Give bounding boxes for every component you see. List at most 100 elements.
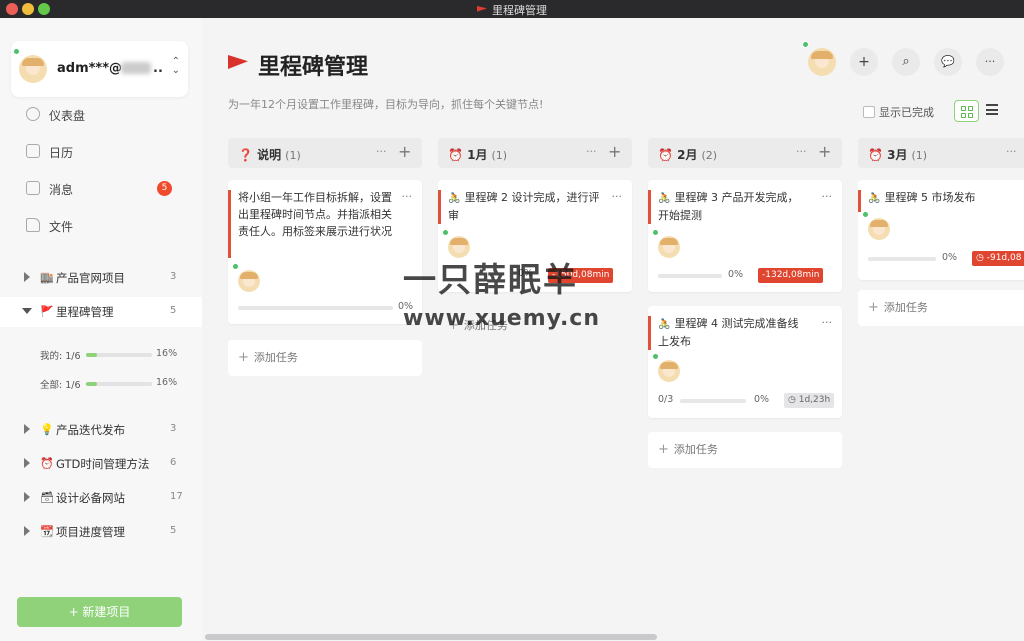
- list-icon: [986, 104, 998, 106]
- expand-arrow-icon[interactable]: [24, 424, 30, 434]
- collapse-arrow-icon[interactable]: [22, 308, 32, 314]
- progress-fill: [86, 382, 97, 386]
- card-more-icon[interactable]: ···: [822, 190, 833, 203]
- column-add-icon[interactable]: +: [608, 142, 621, 161]
- nav-calendar[interactable]: 日历: [0, 137, 202, 167]
- card-text: 里程碑 2 设计完成，进行评审: [448, 191, 600, 222]
- column-count: (1): [911, 149, 928, 162]
- project-label: 产品迭代发布: [56, 423, 125, 437]
- avatar: [238, 270, 260, 292]
- column-title-text: 1月: [467, 148, 488, 162]
- project-label: GTD时间管理方法: [56, 457, 150, 471]
- card-accent: [648, 190, 651, 224]
- card-progress-percent: 0%: [728, 269, 744, 280]
- chevron-updown-icon[interactable]: ⌃ ⌄: [172, 57, 180, 76]
- card-progress-percent: 0%: [942, 252, 958, 263]
- nav-files[interactable]: 文件: [0, 211, 202, 241]
- column-title: ❓ 说明 (1): [238, 146, 301, 163]
- project-item[interactable]: 🏬 产品官网项目 3: [0, 263, 202, 293]
- new-project-button[interactable]: + 新建项目: [17, 597, 182, 627]
- project-count: 17: [170, 491, 183, 502]
- due-date-badge: ◷ 1d,23h: [784, 393, 835, 408]
- task-card[interactable]: 将小组一年工作目标拆解，设置出里程碑时间节点。并指派相关责任人。用标签来展示进行…: [228, 180, 422, 324]
- avatar: [658, 360, 680, 382]
- card-accent: [228, 190, 231, 258]
- chat-icon[interactable]: 💬: [934, 48, 962, 76]
- card-accent: [648, 316, 651, 350]
- bicycle-icon: 🚴: [868, 193, 881, 204]
- column-more-icon[interactable]: ···: [586, 145, 597, 158]
- column-more-icon[interactable]: ···: [376, 145, 387, 158]
- project-item[interactable]: 💡 产品迭代发布 3: [0, 415, 202, 445]
- column-title: ⏰ 3月 (1): [868, 146, 927, 163]
- my-progress: 我的: 1/6 16%: [40, 348, 190, 362]
- nav-messages[interactable]: 消息 5: [0, 174, 202, 204]
- project-item[interactable]: 📆 项目进度管理 5: [0, 517, 202, 547]
- task-card[interactable]: 🚴 里程碑 4 测试完成准备线上发布 ··· 0/3 0% ◷ 1d,23h: [648, 306, 842, 418]
- nav-dashboard[interactable]: 仪表盘: [0, 100, 202, 130]
- bicycle-icon: 🚴: [658, 319, 671, 330]
- progress-percent: 16%: [156, 348, 178, 359]
- task-card[interactable]: 🚴 里程碑 5 市场发布 0% ◷ -91d,08: [858, 180, 1024, 280]
- project-emoji-icon: ⏰: [40, 457, 54, 470]
- dashboard-icon: [26, 107, 40, 121]
- search-icon[interactable]: ⌕: [892, 48, 920, 76]
- horizontal-scrollbar[interactable]: [205, 634, 657, 640]
- grid-icon: [968, 106, 973, 111]
- card-more-icon[interactable]: ···: [612, 190, 623, 203]
- checkbox[interactable]: [863, 106, 875, 118]
- subtask-count: 0/3: [658, 394, 674, 405]
- card-progress-bar: [680, 399, 746, 403]
- due-date-badge: -132d,08min: [758, 268, 824, 283]
- add-task-label: 添加任务: [673, 443, 718, 456]
- list-icon: [986, 113, 998, 115]
- online-status-dot: [442, 229, 449, 236]
- column-header: ❓ 说明 (1) ··· +: [228, 138, 422, 168]
- progress-bar: [86, 382, 152, 386]
- add-button[interactable]: +: [850, 48, 878, 76]
- column-more-icon[interactable]: ···: [796, 145, 807, 158]
- page-description: 为一年12个月设置工作里程碑，目标为导向，抓住每个关键节点!: [228, 98, 544, 111]
- question-icon: ❓: [238, 148, 253, 162]
- project-item[interactable]: 🗃 设计必备网站 17: [0, 483, 202, 513]
- plus-icon: +: [658, 442, 669, 457]
- expand-arrow-icon[interactable]: [24, 272, 30, 282]
- expand-arrow-icon[interactable]: [24, 458, 30, 468]
- project-label: 设计必备网站: [56, 491, 125, 505]
- project-item-active[interactable]: 🚩 里程碑管理 5: [0, 297, 202, 327]
- bicycle-icon: 🚴: [658, 193, 671, 204]
- column-count: (2): [701, 149, 718, 162]
- more-icon[interactable]: ···: [976, 48, 1004, 76]
- expand-arrow-icon[interactable]: [24, 526, 30, 536]
- sidebar: adm***@ .. ⌃ ⌄ 仪表盘 日历 消息 5 文件 🏬 产品官网项目 3 …: [0, 18, 202, 641]
- project-count: 5: [170, 305, 177, 316]
- progress-label: 我的: 1/6: [40, 351, 81, 362]
- column-add-icon[interactable]: +: [818, 142, 831, 161]
- column-more-icon[interactable]: ···: [1006, 145, 1017, 158]
- card-more-icon[interactable]: ···: [402, 190, 413, 203]
- user-name-ellipsis: ..: [153, 61, 163, 76]
- plus-icon: +: [238, 350, 249, 365]
- alarm-clock-icon: ⏰: [658, 148, 673, 162]
- user-switcher[interactable]: adm***@ .. ⌃ ⌄: [11, 41, 188, 97]
- column-title-text: 3月: [887, 148, 908, 162]
- project-item[interactable]: ⏰ GTD时间管理方法 6: [0, 449, 202, 479]
- show-completed-toggle[interactable]: 显示已完成: [863, 104, 934, 120]
- add-task-button[interactable]: + 添加任务: [228, 340, 422, 376]
- progress-bar: [86, 353, 152, 357]
- nav-label: 消息: [49, 183, 74, 197]
- alarm-clock-icon: ⏰: [868, 148, 883, 162]
- add-task-button[interactable]: + 添加任务: [858, 290, 1024, 326]
- card-text: 里程碑 3 产品开发完成，开始提测: [658, 191, 799, 222]
- list-view-button[interactable]: [986, 104, 998, 116]
- board-view-button[interactable]: [954, 100, 979, 122]
- column-add-icon[interactable]: +: [398, 142, 411, 161]
- message-icon: [26, 181, 40, 195]
- column-title-text: 2月: [677, 148, 698, 162]
- card-more-icon[interactable]: ···: [822, 316, 833, 329]
- card-text: 将小组一年工作目标拆解，设置出里程碑时间节点。并指派相关责任人。用标签来展示进行…: [238, 191, 392, 238]
- expand-arrow-icon[interactable]: [24, 492, 30, 502]
- add-task-button[interactable]: + 添加任务: [648, 432, 842, 468]
- list-icon: [986, 108, 998, 111]
- task-card[interactable]: 🚴 里程碑 3 产品开发完成，开始提测 ··· 0% -132d,08min: [648, 180, 842, 292]
